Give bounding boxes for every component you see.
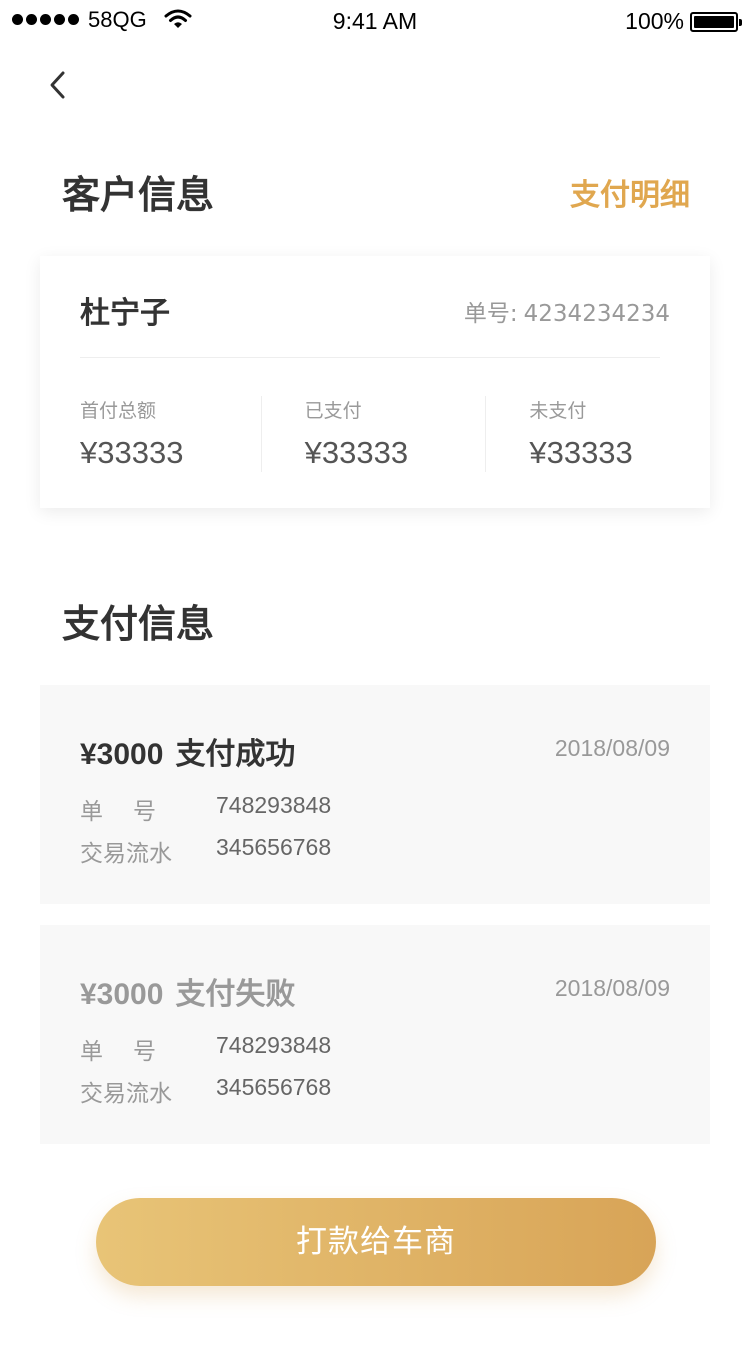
serial-label: 交易流水 (80, 1081, 172, 1107)
payment-serial-row: 交易流水 345656768 (80, 1074, 331, 1108)
divider (80, 357, 660, 358)
payment-record-failed[interactable]: ¥3000 支付失败 2018/08/09 单号 748293848 交易流水 3… (40, 925, 710, 1144)
serial-value: 345656768 (216, 834, 332, 860)
stat-unpaid: 未支付 ¥33333 (485, 396, 710, 472)
payment-amount-status: ¥3000 支付成功 (80, 729, 295, 773)
payment-record-success[interactable]: ¥3000 支付成功 2018/08/09 单号 748293848 交易流水 3… (40, 685, 710, 904)
payment-status: 支付失败 (175, 977, 296, 1012)
battery-icon (690, 12, 742, 32)
stat-value: ¥33333 (304, 435, 409, 470)
payment-order-row: 单号 748293848 (80, 792, 331, 826)
payment-info-title: 支付信息 (62, 602, 215, 646)
back-arrow-icon[interactable] (44, 68, 74, 102)
order-number: 单号: 4234234234 (464, 294, 670, 328)
customer-name: 杜宁子 (80, 296, 170, 331)
payment-serial-row: 交易流水 345656768 (80, 834, 331, 868)
payment-amount: ¥3000 (80, 738, 164, 771)
payment-stats: 首付总额 ¥33333 已支付 ¥33333 未支付 ¥33333 (40, 396, 710, 472)
order-value: 748293848 (216, 1032, 332, 1058)
customer-card: 杜宁子 单号: 4234234234 首付总额 ¥33333 已支付 ¥33333… (40, 256, 710, 508)
payment-amount-status: ¥3000 支付失败 (80, 969, 295, 1013)
stat-down-payment-total: 首付总额 ¥33333 (40, 396, 261, 472)
stat-label: 未支付 (529, 400, 587, 422)
payment-amount: ¥3000 (80, 978, 164, 1011)
stat-label: 已支付 (304, 400, 362, 422)
pay-dealer-button[interactable]: 打款给车商 (96, 1198, 656, 1286)
payment-date: 2018/08/09 (554, 735, 670, 761)
order-label: 单号 (80, 1039, 186, 1065)
stat-label: 首付总额 (80, 400, 157, 422)
order-label: 单号 (80, 799, 186, 825)
payment-status: 支付成功 (175, 737, 296, 772)
serial-value: 345656768 (216, 1074, 332, 1100)
payment-date: 2018/08/09 (554, 975, 670, 1001)
stat-paid: 已支付 ¥33333 (260, 396, 486, 472)
order-value: 748293848 (216, 792, 332, 818)
order-number-label: 单号: (463, 301, 518, 327)
customer-info-title: 客户信息 (62, 173, 215, 217)
payment-detail-link[interactable]: 支付明细 (570, 170, 690, 214)
payment-order-row: 单号 748293848 (80, 1032, 331, 1066)
order-number-value: 4234234234 (523, 301, 670, 327)
stat-value: ¥33333 (529, 435, 633, 470)
serial-label: 交易流水 (80, 841, 172, 867)
stat-value: ¥33333 (80, 435, 184, 470)
status-bar: 58QG 9:41 AM 100% (0, 0, 750, 44)
battery-percentage: 100% (625, 8, 684, 34)
